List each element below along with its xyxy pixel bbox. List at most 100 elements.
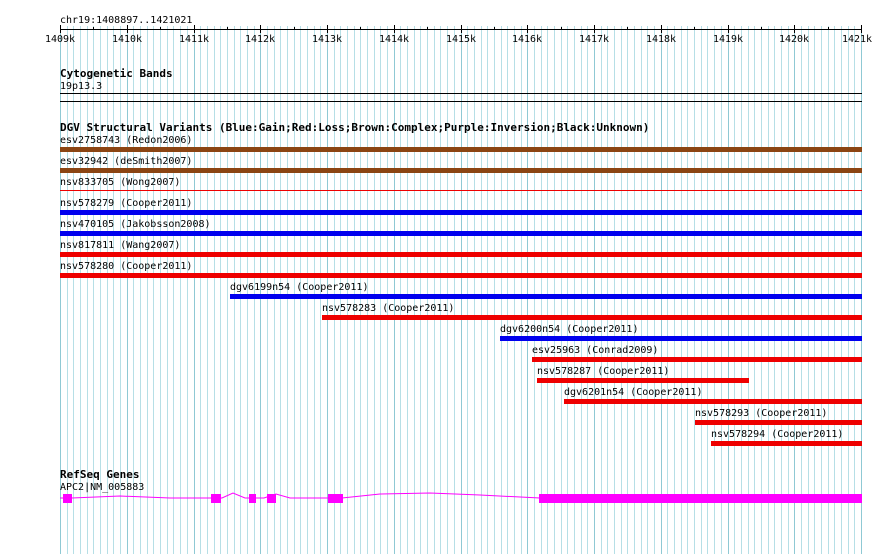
- minor-grid-line: [380, 26, 381, 554]
- ruler-major-tick: [327, 25, 328, 33]
- minor-grid-line: [554, 26, 555, 554]
- minor-grid-line: [814, 26, 815, 554]
- minor-grid-line: [714, 26, 715, 554]
- sv-feature-label[interactable]: nsv578280 (Cooper2011): [60, 261, 192, 272]
- minor-grid-line: [741, 26, 742, 554]
- sv-feature-label[interactable]: dgv6200n54 (Cooper2011): [500, 324, 638, 335]
- sv-feature-label[interactable]: esv2758743 (Redon2006): [60, 135, 192, 146]
- ruler-major-tick: [594, 25, 595, 33]
- minor-grid-line: [147, 26, 148, 554]
- sv-feature-label[interactable]: nsv817811 (Wang2007): [60, 240, 180, 251]
- minor-grid-line: [387, 26, 388, 554]
- minor-grid-line: [427, 26, 428, 554]
- ruler-tick-label: 1412k: [244, 34, 276, 45]
- cytoband-line-bottom: [60, 101, 862, 102]
- refseq-track-title[interactable]: RefSeq Genes: [60, 469, 139, 481]
- ruler-tick-label: 1410k: [111, 34, 143, 45]
- ruler-major-tick: [527, 25, 528, 33]
- cytoband-label: 19p13.3: [60, 81, 103, 92]
- major-grid-line: [661, 26, 662, 554]
- minor-grid-line: [153, 26, 154, 554]
- sv-feature-label[interactable]: nsv578294 (Cooper2011): [711, 429, 843, 440]
- sv-feature-label[interactable]: nsv578283 (Cooper2011): [322, 303, 454, 314]
- gene-exon: [63, 494, 72, 503]
- minor-grid-line: [481, 26, 482, 554]
- ruler-tick-label: 1417k: [578, 34, 610, 45]
- ruler-minor-tick: [494, 27, 495, 30]
- ruler-tick-label: 1414k: [378, 34, 410, 45]
- sv-feature-label[interactable]: nsv833705 (Wong2007): [60, 177, 180, 188]
- minor-grid-line: [227, 26, 228, 554]
- sv-feature-bar[interactable]: [532, 357, 862, 362]
- sv-feature-bar[interactable]: [322, 315, 862, 320]
- ruler-major-tick: [127, 25, 128, 33]
- sv-feature-label[interactable]: nsv470105 (Jakobsson2008): [60, 219, 211, 230]
- minor-grid-line: [641, 26, 642, 554]
- sv-feature-bar[interactable]: [60, 210, 862, 215]
- sv-feature-bar[interactable]: [60, 147, 862, 152]
- sv-feature-label[interactable]: nsv578293 (Cooper2011): [695, 408, 827, 419]
- sv-feature-bar[interactable]: [60, 252, 862, 257]
- sv-feature-bar[interactable]: [60, 168, 862, 173]
- minor-grid-line: [534, 26, 535, 554]
- minor-grid-line: [440, 26, 441, 554]
- minor-grid-line: [501, 26, 502, 554]
- ruler-minor-tick: [294, 27, 295, 30]
- minor-grid-line: [627, 26, 628, 554]
- minor-grid-line: [761, 26, 762, 554]
- dgv-track-title[interactable]: DGV Structural Variants (Blue:Gain;Red:L…: [60, 122, 649, 134]
- minor-grid-line: [808, 26, 809, 554]
- sv-feature-label[interactable]: esv25963 (Conrad2009): [532, 345, 658, 356]
- sv-feature-label[interactable]: dgv6199n54 (Cooper2011): [230, 282, 368, 293]
- minor-grid-line: [521, 26, 522, 554]
- ruler-minor-tick: [694, 27, 695, 30]
- gene-exon: [211, 494, 221, 503]
- minor-grid-line: [687, 26, 688, 554]
- cytogenetic-track-title[interactable]: Cytogenetic Bands: [60, 68, 173, 80]
- minor-grid-line: [754, 26, 755, 554]
- ruler-major-tick: [461, 25, 462, 33]
- minor-grid-line: [788, 26, 789, 554]
- ruler-major-tick: [394, 25, 395, 33]
- sv-feature-bar[interactable]: [695, 420, 862, 425]
- minor-grid-line: [407, 26, 408, 554]
- minor-grid-line: [180, 26, 181, 554]
- sv-feature-bar[interactable]: [60, 273, 862, 278]
- minor-grid-line: [567, 26, 568, 554]
- minor-grid-line: [200, 26, 201, 554]
- minor-grid-line: [781, 26, 782, 554]
- major-grid-line: [728, 26, 729, 554]
- ruler-minor-tick: [427, 27, 428, 30]
- sv-feature-label[interactable]: nsv578287 (Cooper2011): [537, 366, 669, 377]
- sv-feature-label[interactable]: esv32942 (deSmith2007): [60, 156, 192, 167]
- minor-grid-line: [454, 26, 455, 554]
- minor-grid-line: [467, 26, 468, 554]
- minor-grid-line: [621, 26, 622, 554]
- ruler-major-tick: [194, 25, 195, 33]
- minor-grid-line: [400, 26, 401, 554]
- sv-feature-bar[interactable]: [60, 231, 862, 236]
- minor-grid-line: [734, 26, 735, 554]
- minor-grid-line: [841, 26, 842, 554]
- minor-grid-line: [494, 26, 495, 554]
- sv-feature-bar[interactable]: [537, 378, 749, 383]
- sv-feature-bar[interactable]: [564, 399, 862, 404]
- minor-grid-line: [634, 26, 635, 554]
- minor-grid-line: [654, 26, 655, 554]
- minor-grid-line: [507, 26, 508, 554]
- sv-feature-bar[interactable]: [230, 294, 862, 299]
- sv-feature-label[interactable]: dgv6201n54 (Cooper2011): [564, 387, 702, 398]
- minor-grid-line: [768, 26, 769, 554]
- sv-feature-bar[interactable]: [500, 336, 862, 341]
- gene-model[interactable]: [0, 489, 890, 509]
- minor-grid-line: [674, 26, 675, 554]
- minor-grid-line: [774, 26, 775, 554]
- gene-exon: [249, 494, 256, 503]
- sv-feature-label[interactable]: nsv578279 (Cooper2011): [60, 198, 192, 209]
- sv-feature-bar[interactable]: [711, 441, 862, 446]
- minor-grid-line: [834, 26, 835, 554]
- ruler-minor-tick: [627, 27, 628, 30]
- minor-grid-line: [220, 26, 221, 554]
- sv-feature-bar[interactable]: [60, 190, 862, 191]
- gene-intron-line: [60, 492, 541, 499]
